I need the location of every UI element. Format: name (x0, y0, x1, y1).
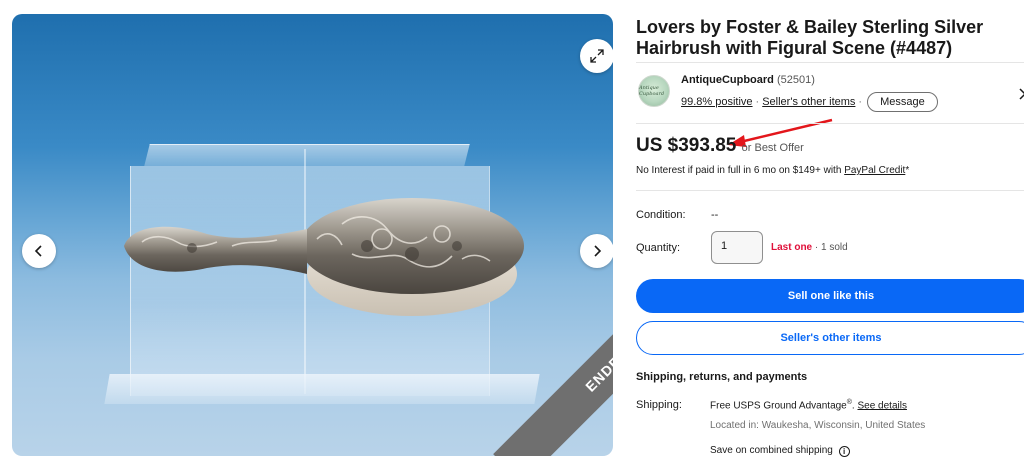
paypal-credit-link[interactable]: PayPal Credit (844, 165, 905, 176)
seller-positive-link[interactable]: 99.8% positive (681, 96, 753, 108)
chevron-right-seller-icon[interactable] (1017, 88, 1024, 100)
glass-stand-base (104, 374, 540, 404)
section-divider (636, 190, 1024, 191)
price-row: US $393.85 or Best Offer (636, 135, 804, 157)
listing-title: Lovers by Foster & Bailey Sterling Silve… (636, 17, 984, 58)
financing-text: No Interest if paid in full in 6 mo on $… (636, 165, 845, 176)
financing-asterisk: * (905, 165, 910, 176)
quantity-input[interactable]: 1 (711, 231, 763, 264)
expand-icon (590, 49, 604, 63)
message-seller-button[interactable]: Message (867, 92, 938, 112)
glass-stand-top (144, 144, 470, 166)
seller-other-items-link[interactable]: Seller's other items (762, 96, 855, 108)
see-details-link[interactable]: See details (857, 400, 906, 411)
ended-label: ENDED (582, 345, 613, 395)
combined-shipping-text: Save on combined shipping (710, 445, 833, 456)
shipping-service-row: Free USPS Ground Advantage®. See details (710, 399, 907, 411)
shipping-label: Shipping: (636, 399, 682, 411)
hairbrush-image (124, 198, 524, 316)
last-one-badge: Last one (771, 242, 813, 253)
seller-avatar[interactable]: Antique Cupboard (638, 75, 670, 107)
next-image-button[interactable] (580, 234, 613, 268)
expand-image-button[interactable] (580, 39, 613, 73)
chevron-right-icon (594, 245, 602, 257)
seller-feedback-count: (52501) (776, 74, 815, 86)
sell-one-like-this-button[interactable]: Sell one like this (636, 279, 1024, 313)
previous-image-button[interactable] (22, 234, 56, 268)
quantity-availability: Last one · 1 sold (771, 242, 848, 253)
info-icon[interactable]: i (838, 446, 850, 457)
avatar-text: Antique Cupboard (639, 85, 665, 97)
separator: · (858, 96, 863, 108)
seller-name-row[interactable]: AntiqueCupboard (52501) (681, 74, 815, 86)
condition-label: Condition: (636, 209, 686, 221)
price-amount: US $393.85 (636, 135, 737, 156)
financing-note: No Interest if paid in full in 6 mo on $… (636, 165, 909, 176)
chevron-left-icon (34, 245, 42, 257)
separator: · (755, 96, 760, 108)
sellers-other-items-button[interactable]: Seller's other items (636, 321, 1024, 355)
seller-card[interactable]: Antique Cupboard AntiqueCupboard (52501)… (636, 62, 1024, 124)
seller-name[interactable]: AntiqueCupboard (681, 74, 774, 86)
condition-value: -- (711, 209, 719, 221)
shipping-service: Free USPS Ground Advantage (710, 400, 847, 412)
best-offer-label: or Best Offer (741, 142, 804, 154)
listing-details-panel: Lovers by Foster & Bailey Sterling Silve… (636, 0, 1024, 474)
shipping-period: . (851, 400, 855, 412)
item-location: Located in: Waukesha, Wisconsin, United … (710, 420, 926, 431)
seller-links-row: 99.8% positive · Seller's other items · … (681, 92, 938, 112)
sold-count: · 1 sold (812, 242, 848, 253)
combined-shipping-row: Save on combined shipping i (710, 445, 850, 457)
product-image-gallery[interactable]: ENDED (12, 14, 613, 456)
shipping-section-heading: Shipping, returns, and payments (636, 371, 808, 383)
quantity-label: Quantity: (636, 242, 681, 254)
